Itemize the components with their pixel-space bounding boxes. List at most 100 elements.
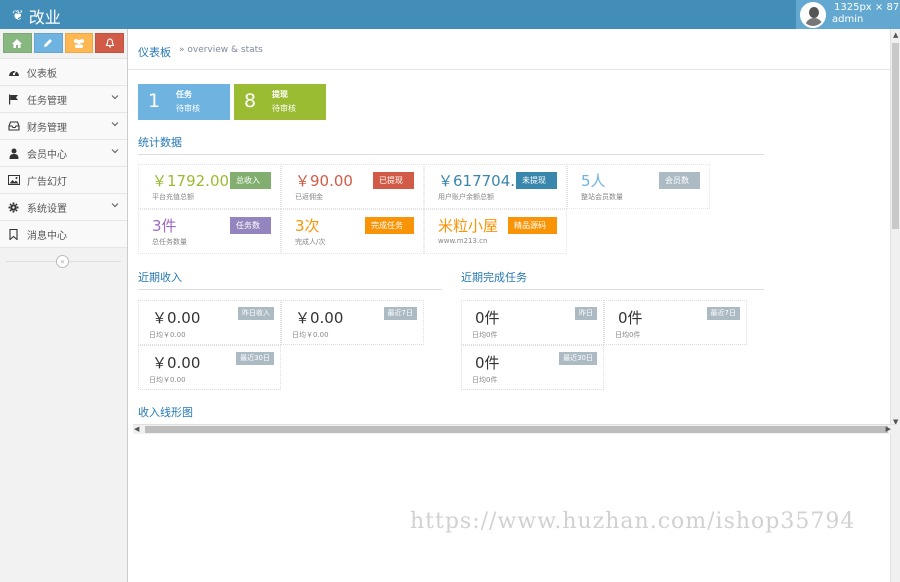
scroll-right-icon[interactable]: ▶: [886, 425, 891, 433]
stat-value: ￥617704.5: [438, 172, 525, 190]
main-content: 仪表板 » overview & stats 1 任务 待审核 8 提现 待审核…: [128, 29, 890, 582]
stat-label: 整站会员数量: [581, 193, 623, 201]
breadcrumb: 仪表板 » overview & stats: [128, 29, 890, 70]
stat-cell[interactable]: 3次完成人/次 完成任务: [281, 209, 424, 254]
inbox-icon: [7, 121, 20, 132]
stat-badge: 精品源码: [508, 217, 557, 234]
collapse-sidebar-button[interactable]: «: [56, 255, 69, 268]
brand[interactable]: ❦ 改业: [12, 4, 61, 28]
stat-badge: 已提现: [373, 172, 414, 189]
sidebar-item-settings[interactable]: 系统设置: [0, 194, 127, 221]
sidebar-item-label: 仪表板: [27, 68, 57, 80]
summary-label: 日均0件: [472, 331, 498, 339]
home-icon: [12, 38, 23, 48]
bell-icon: [105, 38, 114, 48]
summary-label: 日均￥0.00: [149, 376, 186, 384]
stat-label: 完成人/次: [295, 238, 326, 246]
shortcut-pencil-button[interactable]: [33, 33, 63, 53]
sidebar-item-ads[interactable]: 广告幻灯: [0, 167, 127, 194]
stats-title: 统计数据: [138, 136, 182, 149]
sidebar-item-label: 消息中心: [27, 230, 67, 242]
stat-cell[interactable]: 3件 总任务数量 任务数: [138, 209, 281, 254]
stat-badge: 未提现: [516, 172, 557, 189]
stat-badge: 任务数: [230, 217, 271, 234]
stat-label: 已返佣金: [295, 193, 323, 201]
pending-task-status: 待审核: [176, 104, 200, 113]
summary-value: ￥0.00: [152, 309, 201, 327]
double-chevron-left-icon: «: [60, 257, 65, 266]
picture-icon: [7, 175, 20, 186]
summary-label: 日均0件: [472, 376, 498, 384]
chevron-down-icon: [111, 120, 119, 130]
page-title[interactable]: 仪表板: [138, 44, 171, 60]
pending-withdraw-status: 待审核: [272, 104, 296, 113]
divider: [461, 289, 764, 290]
stat-value: 5人: [581, 172, 606, 190]
pending-task-count: 1: [148, 90, 161, 112]
summary-badge: 昨日收入: [238, 307, 274, 320]
summary-label: 日均￥0.00: [149, 331, 186, 339]
stat-cell[interactable]: ￥1792.00 平台充值总额 总收入: [138, 164, 281, 209]
stat-label: 平台充值总额: [152, 193, 194, 201]
dashboard-icon: [7, 67, 20, 78]
stat-cell[interactable]: 5人整站会员数量 会员数: [567, 164, 710, 209]
pending-withdraw-label: 提现: [272, 90, 288, 99]
top-navbar: ❦ 改业 admin 1325px × 877px: [0, 0, 900, 29]
income-chart-title: 收入线形图: [138, 406, 193, 419]
scrollbar-thumb[interactable]: [145, 426, 888, 433]
stat-value: 3件: [152, 217, 177, 235]
summary-badge: 昨日: [575, 307, 597, 320]
summary-badge: 最近7日: [706, 307, 740, 320]
summary-label: 日均￥0.00: [292, 331, 329, 339]
stat-cell[interactable]: 米粒小屋 www.m213.cn 精品源码: [424, 209, 567, 254]
sidebar-item-messages[interactable]: 消息中心: [0, 221, 127, 248]
summary-cell[interactable]: ￥0.00 日均￥0.00 最近30日: [138, 345, 281, 390]
shortcut-bell-button[interactable]: [95, 33, 124, 53]
scroll-up-icon[interactable]: ▲: [893, 31, 898, 39]
summary-badge: 最近7日: [383, 307, 417, 320]
bookmark-icon: [7, 228, 20, 240]
sidebar: 仪表板 任务管理 财务管理 会员中心 广告幻灯 系统设置 消息中心 «: [0, 29, 128, 582]
sidebar-item-label: 会员中心: [27, 149, 67, 161]
summary-cell[interactable]: 0件 日均0件 昨日: [461, 300, 604, 345]
stat-badge: 会员数: [659, 172, 700, 189]
summary-cell[interactable]: 0件日均0件 最近7日: [604, 300, 747, 345]
summary-label: 日均0件: [615, 331, 641, 339]
summary-value: ￥0.00: [295, 309, 344, 327]
pending-withdraw-box[interactable]: 8 提现 待审核: [234, 84, 326, 120]
sidebar-shortcuts: [0, 29, 127, 57]
sidebar-item-finance[interactable]: 财务管理: [0, 113, 127, 140]
stat-value: ￥1792.00: [152, 172, 230, 190]
summary-cell[interactable]: 0件 日均0件 最近30日: [461, 345, 604, 390]
shortcut-home-button[interactable]: [3, 33, 32, 53]
sidebar-item-label: 任务管理: [27, 95, 67, 107]
stat-cell[interactable]: ￥90.00 已返佣金 已提现: [281, 164, 424, 209]
sidebar-item-dashboard[interactable]: 仪表板: [0, 59, 127, 86]
summary-badge: 最近30日: [236, 352, 274, 365]
stat-value: 米粒小屋: [438, 217, 499, 235]
vertical-scrollbar[interactable]: ▲ ▼: [890, 29, 900, 582]
summary-cell[interactable]: ￥0.00 日均￥0.00 最近7日: [281, 300, 424, 345]
recent-tasks-title: 近期完成任务: [461, 271, 527, 284]
avatar: [800, 2, 826, 28]
stat-cell[interactable]: ￥617704.5 用户账户余额总额 未提现: [424, 164, 567, 209]
sidebar-item-members[interactable]: 会员中心: [0, 140, 127, 167]
chevron-down-icon: [111, 93, 119, 103]
watermark: https://www.huzhan.com/ishop35794: [410, 509, 856, 534]
pencil-icon: [44, 39, 53, 47]
scroll-left-icon[interactable]: ◀: [134, 425, 139, 433]
page-subtitle: » overview & stats: [179, 45, 263, 55]
chevron-down-icon: [111, 201, 119, 211]
sidebar-item-tasks[interactable]: 任务管理: [0, 86, 127, 113]
scrollbar-thumb[interactable]: [892, 43, 899, 229]
shortcut-users-button[interactable]: [64, 33, 94, 53]
stat-value: 3次: [295, 217, 320, 235]
pending-task-box[interactable]: 1 任务 待审核: [138, 84, 230, 120]
stat-badge: 完成任务: [365, 217, 414, 234]
horizontal-scrollbar[interactable]: ◀ ▶: [133, 424, 897, 434]
pending-withdraw-count: 8: [244, 90, 257, 112]
summary-cell[interactable]: ￥0.00 日均￥0.00 昨日收入: [138, 300, 281, 345]
divider: [138, 289, 442, 290]
sidebar-collapse: «: [0, 252, 127, 272]
summary-value: 0件: [618, 309, 643, 327]
